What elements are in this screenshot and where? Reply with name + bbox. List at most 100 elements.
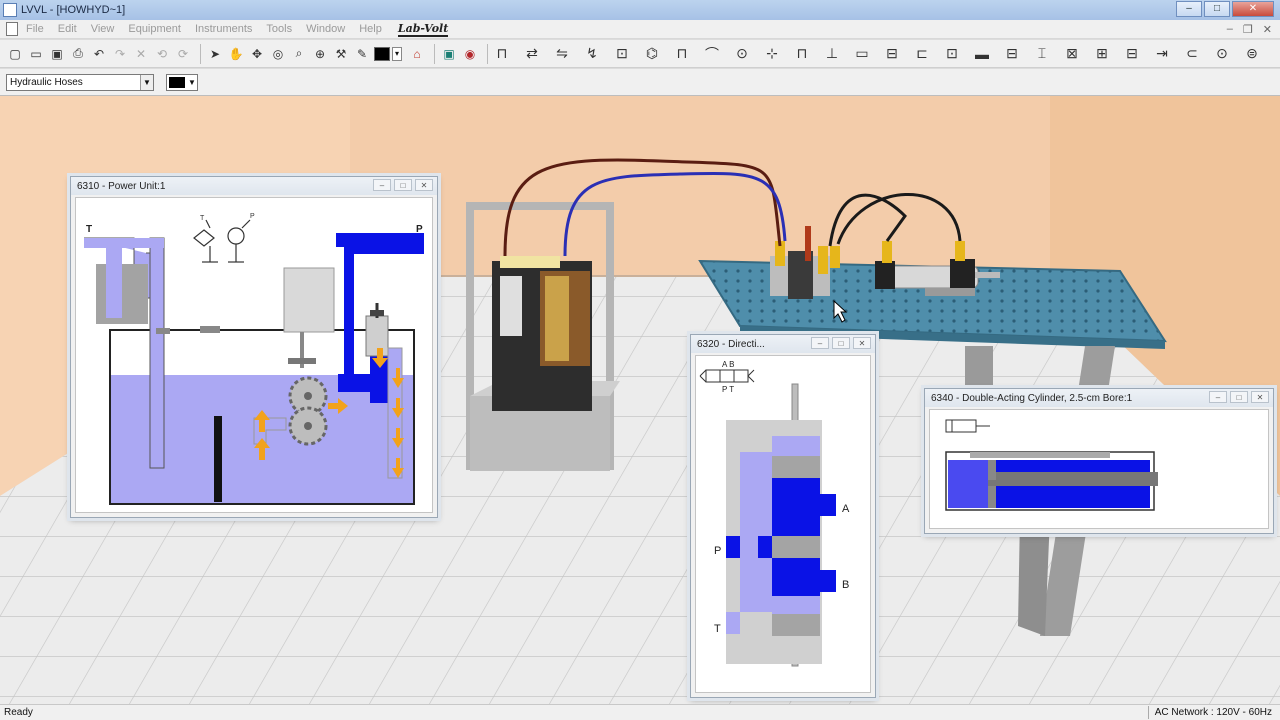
component-tool-icon[interactable]: ⊟ — [883, 45, 901, 63]
power-unit-diagram: T P T P — [75, 197, 433, 513]
minimize-button[interactable]: – — [811, 337, 829, 349]
minimize-button[interactable]: – — [1176, 1, 1202, 17]
component-tool-icon[interactable]: ⊞ — [1093, 45, 1111, 63]
component-tool-icon[interactable]: ⊟ — [1123, 45, 1141, 63]
hose-type-select[interactable]: Hydraulic Hoses ▼ — [6, 73, 154, 91]
menu-instruments[interactable]: Instruments — [195, 23, 252, 35]
power-unit-window[interactable]: 6310 - Power Unit:1 – □ ✕ T P T P — [70, 176, 438, 518]
house-icon[interactable]: ⌂ — [408, 45, 426, 63]
component-tool-icon[interactable]: ⊙ — [733, 45, 751, 63]
directional-valve-window[interactable]: 6320 - Directi... – □ ✕ A B P T A B P T — [690, 334, 876, 698]
component-tool-icon[interactable]: ▭ — [853, 45, 871, 63]
cylinder-window-titlebar[interactable]: 6340 - Double-Acting Cylinder, 2.5-cm Bo… — [925, 389, 1273, 407]
component-tool-icon[interactable]: ⊹ — [763, 45, 781, 63]
menu-file[interactable]: File — [26, 23, 44, 35]
redo-icon[interactable]: ↷ — [111, 45, 129, 63]
document-icon[interactable] — [6, 22, 18, 36]
maximize-button[interactable]: □ — [832, 337, 850, 349]
move-icon[interactable]: ✥ — [248, 45, 266, 63]
menu-equipment[interactable]: Equipment — [128, 23, 181, 35]
component-tool-icon[interactable]: ⊓ — [493, 45, 511, 63]
cylinder-window[interactable]: 6340 - Double-Acting Cylinder, 2.5-cm Bo… — [924, 388, 1274, 534]
component-tool-icon[interactable]: ⇋ — [553, 45, 571, 63]
minimize-button[interactable]: – — [373, 179, 391, 191]
maximize-button[interactable]: □ — [1230, 391, 1248, 403]
menu-bar: File Edit View Equipment Instruments Too… — [0, 20, 1280, 39]
menu-window[interactable]: Window — [306, 23, 345, 35]
component-tool-icon[interactable]: ⊙ — [1213, 45, 1231, 63]
hose-color-swatch — [169, 76, 185, 88]
child-window-controls: – □ ✕ — [1209, 391, 1269, 403]
open-icon[interactable]: ▭ — [27, 45, 45, 63]
mdi-restore-button[interactable]: ❐ — [1243, 23, 1253, 36]
delete-icon[interactable]: ✕ — [132, 45, 150, 63]
window-controls: – □ ✕ — [1176, 1, 1274, 17]
menu-view[interactable]: View — [91, 23, 115, 35]
directional-valve-schematic: A B P T A B P T — [699, 360, 850, 667]
component-tool-icon[interactable]: ⊡ — [613, 45, 631, 63]
component-tool-icon[interactable]: ⇥ — [1153, 45, 1171, 63]
component-tool-icon[interactable]: ⌬ — [643, 45, 661, 63]
orbit-icon[interactable]: ◎ — [269, 45, 287, 63]
status-bar: Ready AC Network : 120V - 60Hz — [0, 704, 1280, 720]
mdi-minimize-button[interactable]: – — [1227, 23, 1233, 36]
line-color-dropdown[interactable]: ▾ — [392, 46, 402, 61]
menu-help[interactable]: Help — [359, 23, 382, 35]
close-button[interactable]: ✕ — [1251, 391, 1269, 403]
chevron-down-icon[interactable]: ▼ — [187, 78, 197, 87]
hand-icon[interactable]: ✋ — [227, 45, 245, 63]
component-tool-icon[interactable]: ⊡ — [943, 45, 961, 63]
maximize-button[interactable]: □ — [394, 179, 412, 191]
mdi-close-button[interactable]: ✕ — [1263, 23, 1272, 36]
component-tool-icon[interactable]: ⊥ — [823, 45, 841, 63]
component-tool-icon[interactable]: ⊜ — [1243, 45, 1261, 63]
port-b-label: B — [842, 579, 849, 591]
rotate-right-icon[interactable]: ⟳ — [174, 45, 192, 63]
line-color-swatch[interactable] — [374, 46, 390, 61]
rotate-left-icon[interactable]: ⟲ — [153, 45, 171, 63]
print-icon[interactable]: ⎙ — [69, 45, 87, 63]
component-tool-icon[interactable]: ↯ — [583, 45, 601, 63]
symbol-ab-label: A B — [722, 360, 734, 369]
component-tool-icon[interactable]: ⊟ — [1003, 45, 1021, 63]
component-tool-icon[interactable]: ⌒ — [703, 45, 721, 63]
close-button[interactable]: ✕ — [853, 337, 871, 349]
minimize-button[interactable]: – — [1209, 391, 1227, 403]
component-tool-icon[interactable]: ⇄ — [523, 45, 541, 63]
pointer-icon[interactable]: ➤ — [206, 45, 224, 63]
component-tool-icon[interactable]: ⊓ — [673, 45, 691, 63]
power-unit-window-titlebar[interactable]: 6310 - Power Unit:1 – □ ✕ — [71, 177, 437, 195]
new-icon[interactable]: ▢ — [6, 45, 24, 63]
component-tool-icon[interactable]: ⊓ — [793, 45, 811, 63]
chevron-down-icon[interactable]: ▼ — [140, 74, 153, 90]
child-window-controls: – □ ✕ — [811, 337, 871, 349]
save-icon[interactable]: ▣ — [48, 45, 66, 63]
menu-edit[interactable]: Edit — [58, 23, 77, 35]
hose-color-select[interactable]: ▼ — [166, 73, 198, 91]
screen-icon[interactable]: ▣ — [440, 45, 458, 63]
component-tool-icon[interactable]: ⌶ — [1033, 45, 1051, 63]
menu-tools[interactable]: Tools — [266, 23, 292, 35]
close-button[interactable]: ✕ — [1232, 1, 1274, 17]
workspace-3d-view[interactable]: 6310 - Power Unit:1 – □ ✕ T P T P 6320 -… — [0, 96, 1280, 704]
valve-symbol — [699, 369, 755, 383]
maximize-button[interactable]: □ — [1204, 1, 1230, 17]
component-tool-icon[interactable]: ⊠ — [1063, 45, 1081, 63]
app-icon — [3, 3, 17, 17]
pencil-icon[interactable]: ✎ — [353, 45, 371, 63]
toolbar-separator — [487, 43, 488, 64]
port-a-label: A — [842, 503, 850, 515]
zoom-in-icon[interactable]: ⊕ — [311, 45, 329, 63]
component-tool-icon[interactable]: ⊏ — [913, 45, 931, 63]
undo-icon[interactable]: ↶ — [90, 45, 108, 63]
zoom-icon[interactable]: ⌕ — [290, 45, 308, 63]
record-icon[interactable]: ◉ — [461, 45, 479, 63]
directional-valve-window-titlebar[interactable]: 6320 - Directi... – □ ✕ — [691, 335, 875, 353]
component-tool-icon[interactable]: ⊂ — [1183, 45, 1201, 63]
wrench-icon[interactable]: ⚒ — [332, 45, 350, 63]
cylinder-diagram — [929, 409, 1269, 529]
window-title: LVVL - [HOWHYD~1] — [21, 4, 126, 16]
window-title: 6340 - Double-Acting Cylinder, 2.5-cm Bo… — [931, 392, 1133, 404]
close-button[interactable]: ✕ — [415, 179, 433, 191]
component-tool-icon[interactable]: ▬ — [973, 45, 991, 63]
